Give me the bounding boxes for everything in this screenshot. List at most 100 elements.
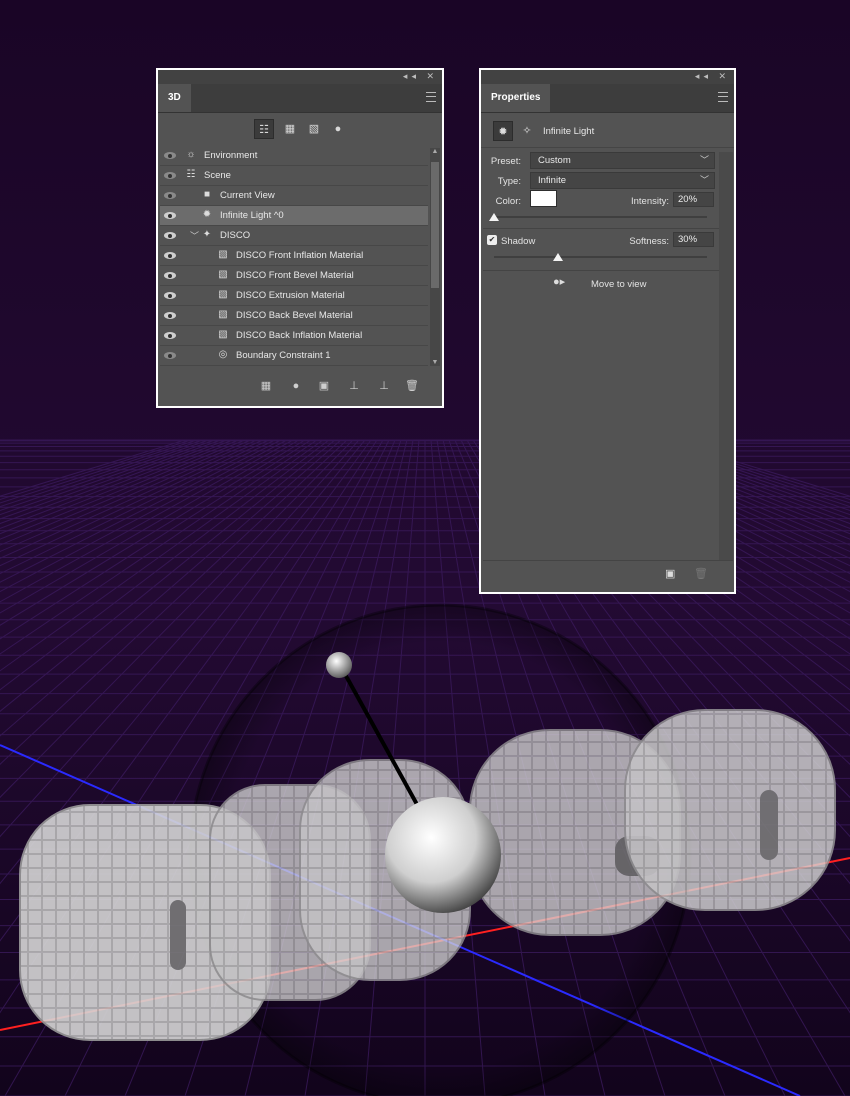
layer-row[interactable]: ▧ DISCO Back Inflation Material (160, 326, 428, 346)
material-icon: ▧ (218, 289, 228, 300)
light-gizmo-sphere[interactable] (385, 797, 501, 913)
scroll-up-icon[interactable]: ▲ (430, 148, 440, 155)
shadow-label: Shadow (501, 236, 536, 247)
new-mesh-icon[interactable]: ▣ (316, 378, 332, 394)
properties-header: ✹ ✧ Infinite Light (481, 113, 734, 148)
layer-label: DISCO Front Bevel Material (236, 270, 354, 281)
expand-chevron-icon[interactable]: ﹀ (190, 229, 199, 242)
meshes-filter-icon[interactable]: ▦ (280, 119, 300, 139)
filter-toolbar: ☷ ▦ ▧ ● (158, 113, 442, 145)
softness-label: Softness: (629, 236, 669, 247)
layer-label: DISCO Back Bevel Material (236, 310, 353, 321)
move-to-view-label[interactable]: Move to view (591, 279, 646, 290)
render-icon[interactable]: ▦ (258, 378, 274, 394)
3d-panel: ◂◂ ✕ 3D ☷ ▦ ▧ ● ☼ Environment ☷ Scene ■ Curre… (156, 68, 444, 408)
visibility-eye-icon[interactable] (164, 272, 176, 279)
visibility-eye-icon[interactable] (164, 332, 176, 339)
type-label: Type: (497, 176, 521, 187)
preset-value: Custom (538, 155, 571, 166)
layer-row[interactable]: ■ Current View (160, 186, 428, 206)
visibility-eye-icon[interactable] (164, 352, 176, 359)
whole-scene-filter-icon[interactable]: ☷ (254, 119, 274, 139)
layer-row[interactable]: ✹ Infinite Light ^0 (160, 206, 428, 226)
visibility-eye-icon[interactable] (164, 192, 176, 199)
layer-list-scrollbar[interactable]: ▲ ▼ (430, 148, 440, 366)
tab-3d[interactable]: 3D (158, 84, 191, 112)
layer-row[interactable]: ﹀ ✦ DISCO (160, 226, 428, 246)
scroll-thumb[interactable] (431, 162, 439, 288)
light-handle-knob[interactable] (326, 652, 352, 678)
layer-label: Environment (204, 150, 258, 161)
panel-window-controls[interactable]: ◂◂ ✕ (403, 71, 438, 82)
panel-window-controls[interactable]: ◂◂ ✕ (695, 71, 730, 82)
tab-properties[interactable]: Properties (481, 84, 551, 112)
shadow-checkbox[interactable]: ✔ (487, 235, 497, 245)
visibility-eye-icon[interactable] (164, 152, 176, 159)
lights-filter-icon[interactable]: ● (328, 119, 348, 139)
intensity-slider-thumb[interactable] (489, 213, 499, 221)
scroll-down-icon[interactable]: ▼ (430, 359, 440, 366)
properties-panel: ◂◂ ✕ Properties ✹ ✧ Infinite Light Prese… (479, 68, 736, 594)
panel-topbar: ◂◂ ✕ (158, 70, 442, 84)
intensity-field[interactable]: 20% (673, 192, 714, 207)
layer-label: Current View (220, 190, 275, 201)
layer-label: DISCO (220, 230, 251, 241)
chevron-down-icon: ﹀ (699, 155, 709, 165)
constraint-icon: ◎ (218, 349, 228, 360)
softness-slider[interactable] (494, 256, 707, 258)
layer-row[interactable]: ◎ Boundary Constraint 1 (160, 346, 428, 366)
layer-row[interactable]: ▧ DISCO Extrusion Material (160, 286, 428, 306)
material-icon: ▧ (218, 249, 228, 260)
render-icon[interactable]: ▣ (665, 567, 675, 580)
scene-icon: ☷ (186, 169, 196, 180)
layer-row[interactable]: ☷ Scene (160, 166, 428, 186)
visibility-eye-icon[interactable] (164, 172, 176, 179)
environment-icon: ☼ (186, 149, 196, 160)
light-color-swatch[interactable] (530, 190, 557, 207)
intensity-slider[interactable] (494, 216, 707, 218)
delete-icon[interactable]: 🗑 (694, 567, 708, 580)
color-label: Color: (495, 196, 521, 207)
layer-row[interactable]: ▧ DISCO Front Bevel Material (160, 266, 428, 286)
panel-menu-icon[interactable] (426, 92, 436, 102)
properties-scrollbar[interactable] (719, 152, 733, 560)
chevron-down-icon: ﹀ (699, 175, 709, 185)
softness-field[interactable]: 30% (673, 232, 714, 247)
add-light-icon[interactable]: ● (288, 378, 304, 394)
panel-topbar: ◂◂ ✕ (481, 70, 734, 84)
preset-select[interactable]: Custom ﹀ (530, 152, 715, 169)
type-select[interactable]: Infinite ﹀ (530, 172, 715, 189)
layer-row[interactable]: ▧ DISCO Back Bevel Material (160, 306, 428, 326)
camera-icon: ■ (203, 189, 211, 200)
visibility-eye-icon[interactable] (164, 312, 176, 319)
add-constraint-icon[interactable]: ⊥ (376, 378, 392, 394)
drop-to-ground-icon[interactable]: ⊥ (346, 378, 362, 394)
layer-label: Infinite Light ^0 (220, 210, 284, 221)
softness-slider-thumb[interactable] (552, 253, 563, 261)
divider (483, 560, 733, 561)
material-icon: ▧ (218, 329, 228, 340)
mesh-icon: ✦ (202, 229, 212, 240)
delete-icon[interactable]: 🗑 (404, 378, 420, 394)
preset-label: Preset: (490, 156, 521, 167)
visibility-eye-icon[interactable] (164, 252, 176, 259)
material-icon: ▧ (218, 309, 228, 320)
visibility-eye-icon[interactable] (164, 212, 176, 219)
infinite-light-icon[interactable]: ✹ (493, 121, 513, 141)
visibility-eye-icon[interactable] (164, 232, 176, 239)
divider (483, 228, 719, 229)
intensity-label: Intensity: (630, 196, 669, 207)
properties-title: Infinite Light (543, 126, 595, 137)
layer-row[interactable]: ▧ DISCO Front Inflation Material (160, 246, 428, 266)
tab-bar: Properties (481, 84, 734, 113)
panel-menu-icon[interactable] (718, 92, 728, 102)
materials-filter-icon[interactable]: ▧ (304, 119, 324, 139)
layer-row[interactable]: ☼ Environment (160, 146, 428, 166)
visibility-eye-icon[interactable] (164, 292, 176, 299)
coordinates-icon[interactable]: ✧ (517, 121, 537, 141)
material-icon: ▧ (218, 269, 228, 280)
move-to-view-icon[interactable]: ●▸ (553, 275, 575, 291)
layer-label: Boundary Constraint 1 (236, 350, 331, 361)
layer-label: DISCO Back Inflation Material (236, 330, 363, 341)
layer-label: Scene (204, 170, 231, 181)
